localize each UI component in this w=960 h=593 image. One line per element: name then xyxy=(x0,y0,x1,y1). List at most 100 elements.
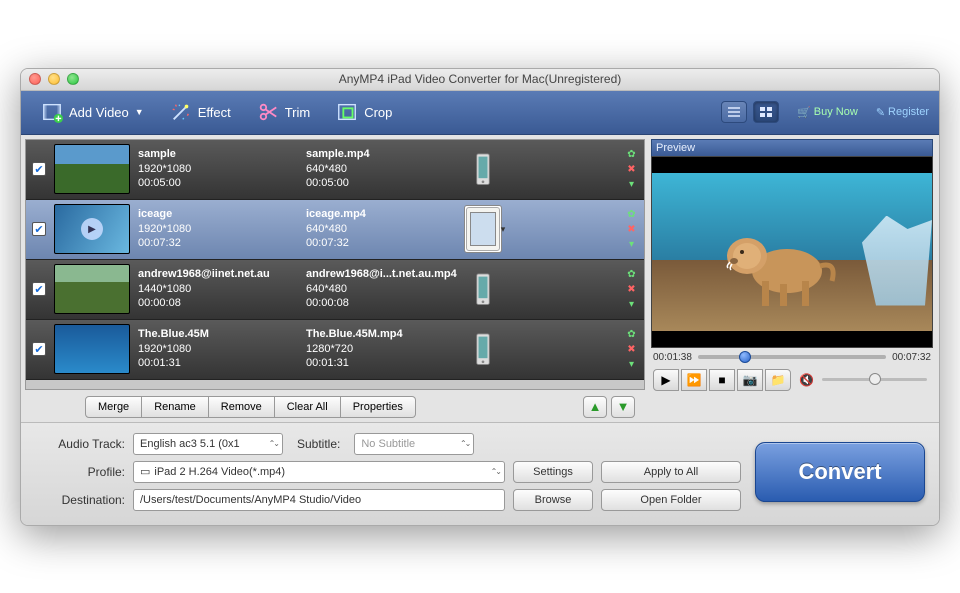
add-video-label: Add Video xyxy=(69,105,129,120)
remove-button[interactable]: Remove xyxy=(209,396,275,418)
file-row[interactable]: ✔andrew1968@iinet.net.au1440*108000:00:0… xyxy=(26,260,644,320)
film-plus-icon xyxy=(41,101,63,123)
list-icon xyxy=(727,106,741,118)
device-phone-icon xyxy=(464,325,502,373)
grid-view-button[interactable] xyxy=(753,101,779,123)
thumbnail xyxy=(54,324,130,374)
audio-track-label: Audio Track: xyxy=(35,437,125,451)
device-phone-icon xyxy=(464,265,502,313)
app-window: AnyMP4 iPad Video Converter for Mac(Unre… xyxy=(20,68,940,526)
output-form: Audio Track: English ac3 5.1 (0x1 Subtit… xyxy=(35,433,741,511)
convert-button[interactable]: Convert xyxy=(755,442,925,502)
settings-panel: Audio Track: English ac3 5.1 (0x1 Subtit… xyxy=(21,422,939,525)
list-actions: Merge Rename Remove Clear All Properties… xyxy=(85,396,645,418)
settings-button[interactable]: Settings xyxy=(513,461,593,483)
wand-icon xyxy=(170,101,192,123)
effect-button[interactable]: Effect xyxy=(160,95,241,129)
volume-slider[interactable] xyxy=(822,378,927,381)
chevron-down-icon: ▼ xyxy=(135,107,144,117)
row-expand-icon[interactable]: ▾ xyxy=(625,358,638,371)
output-info: The.Blue.45M.mp41280*72000:01:31 xyxy=(306,327,456,372)
source-info: sample1920*108000:05:00 xyxy=(138,147,298,192)
thumbnail xyxy=(54,144,130,194)
fast-forward-button[interactable]: ⏩ xyxy=(681,369,707,391)
apply-to-all-button[interactable]: Apply to All xyxy=(601,461,741,483)
row-settings-icon[interactable]: ✿ xyxy=(625,208,638,221)
move-down-button[interactable]: ▼ xyxy=(611,396,635,418)
stop-button[interactable]: ■ xyxy=(709,369,735,391)
preview-video[interactable] xyxy=(651,156,933,348)
rename-button[interactable]: Rename xyxy=(142,396,209,418)
row-checkbox[interactable]: ✔ xyxy=(32,282,46,296)
crop-label: Crop xyxy=(364,105,392,120)
grid-icon xyxy=(759,106,773,118)
row-checkbox[interactable]: ✔ xyxy=(32,222,46,236)
thumbnail xyxy=(54,264,130,314)
file-row[interactable]: ✔ ▶iceage1920*108000:07:32iceage.mp4640*4… xyxy=(26,200,644,260)
output-info: iceage.mp4640*48000:07:32 xyxy=(306,207,456,252)
source-info: The.Blue.45M1920*108000:01:31 xyxy=(138,327,298,372)
row-remove-icon[interactable]: ✖ xyxy=(625,343,638,356)
register-link[interactable]: ✎Register xyxy=(876,106,929,119)
effect-label: Effect xyxy=(198,105,231,120)
preview-pane: Preview xyxy=(649,135,939,422)
row-settings-icon[interactable]: ✿ xyxy=(625,268,638,281)
progress-bar: 00:01:38 00:07:32 xyxy=(651,348,933,367)
open-snapshot-folder-button[interactable]: 📁 xyxy=(765,369,791,391)
row-checkbox[interactable]: ✔ xyxy=(32,162,46,176)
subtitle-select[interactable]: No Subtitle xyxy=(354,433,474,455)
subtitle-label: Subtitle: xyxy=(297,437,340,451)
row-checkbox[interactable]: ✔ xyxy=(32,342,46,356)
snapshot-button[interactable]: 📷 xyxy=(737,369,763,391)
row-remove-icon[interactable]: ✖ xyxy=(625,163,638,176)
player-controls: ▶ ⏩ ■ 📷 📁 🔇 xyxy=(651,367,933,393)
file-row[interactable]: ✔ sample1920*108000:05:00sample.mp4640*48… xyxy=(26,140,644,200)
row-controls: ✿ ✖ ▾ xyxy=(625,328,638,371)
total-time: 00:07:32 xyxy=(892,352,931,363)
cart-icon: 🛒 xyxy=(797,106,811,119)
audio-track-select[interactable]: English ac3 5.1 (0x1 xyxy=(133,433,283,455)
file-list-pane: ✔ sample1920*108000:05:00sample.mp4640*48… xyxy=(21,135,649,422)
file-row[interactable]: ✔ The.Blue.45M1920*108000:01:31The.Blue.4… xyxy=(26,320,644,380)
play-button[interactable]: ▶ xyxy=(653,369,679,391)
scissors-icon xyxy=(257,101,279,123)
properties-button[interactable]: Properties xyxy=(341,396,416,418)
device-phone-icon xyxy=(464,145,502,193)
move-up-button[interactable]: ▲ xyxy=(583,396,607,418)
row-expand-icon[interactable]: ▾ xyxy=(625,178,638,191)
profile-select[interactable]: ▭iPad 2 H.264 Video(*.mp4) xyxy=(133,461,505,483)
buy-now-link[interactable]: 🛒Buy Now xyxy=(797,106,858,119)
destination-label: Destination: xyxy=(35,493,125,507)
source-info: iceage1920*108000:07:32 xyxy=(138,207,298,252)
preview-frame-art xyxy=(712,226,842,311)
device-ipad-icon[interactable] xyxy=(464,205,502,253)
seek-slider[interactable] xyxy=(698,355,886,359)
trim-label: Trim xyxy=(285,105,311,120)
row-settings-icon[interactable]: ✿ xyxy=(625,148,638,161)
add-video-button[interactable]: Add Video ▼ xyxy=(31,95,154,129)
list-view-button[interactable] xyxy=(721,101,747,123)
clear-all-button[interactable]: Clear All xyxy=(275,396,341,418)
row-expand-icon[interactable]: ▾ xyxy=(625,238,638,251)
crop-icon xyxy=(336,101,358,123)
output-info: andrew1968@i...t.net.au.mp4640*48000:00:… xyxy=(306,267,456,312)
crop-button[interactable]: Crop xyxy=(326,95,402,129)
preview-label: Preview xyxy=(651,139,933,156)
browse-button[interactable]: Browse xyxy=(513,489,593,511)
row-remove-icon[interactable]: ✖ xyxy=(625,283,638,296)
main-toolbar: Add Video ▼ Effect Trim Crop 🛒Buy Now ✎R… xyxy=(21,91,939,135)
row-settings-icon[interactable]: ✿ xyxy=(625,328,638,341)
destination-input[interactable]: /Users/test/Documents/AnyMP4 Studio/Vide… xyxy=(133,489,505,511)
row-remove-icon[interactable]: ✖ xyxy=(625,223,638,236)
current-time: 00:01:38 xyxy=(653,352,692,363)
open-folder-button[interactable]: Open Folder xyxy=(601,489,741,511)
thumbnail: ▶ xyxy=(54,204,130,254)
row-controls: ✿ ✖ ▾ xyxy=(625,208,638,251)
pencil-icon: ✎ xyxy=(876,106,885,119)
row-expand-icon[interactable]: ▾ xyxy=(625,298,638,311)
output-info: sample.mp4640*48000:05:00 xyxy=(306,147,456,192)
row-controls: ✿ ✖ ▾ xyxy=(625,148,638,191)
row-controls: ✿ ✖ ▾ xyxy=(625,268,638,311)
merge-button[interactable]: Merge xyxy=(85,396,142,418)
trim-button[interactable]: Trim xyxy=(247,95,321,129)
